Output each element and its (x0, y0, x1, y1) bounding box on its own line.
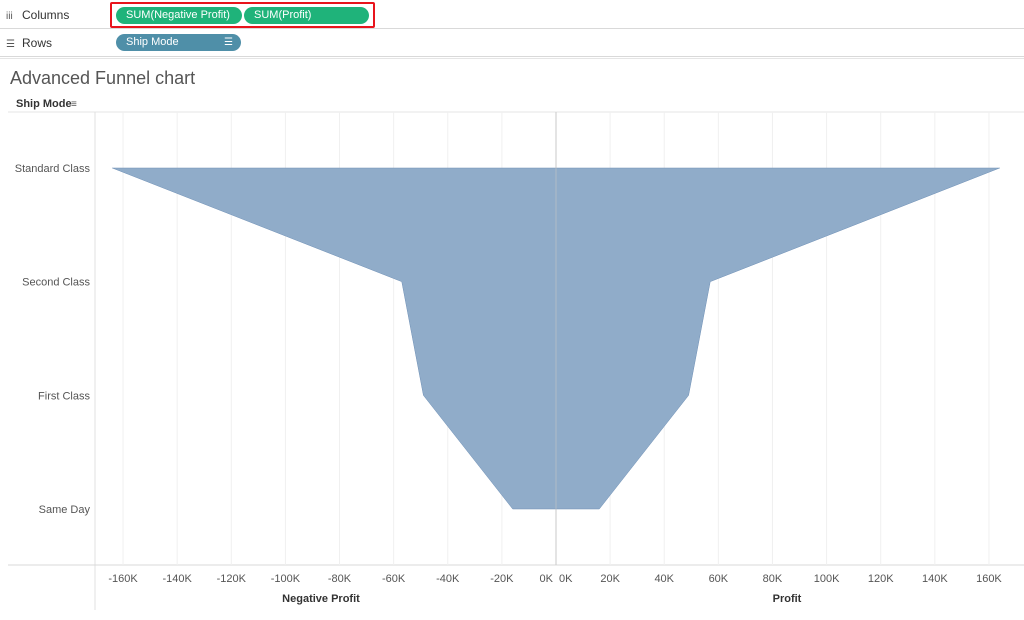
tick-label-right: 120K (868, 573, 894, 585)
tick-label-right: 80K (763, 573, 783, 585)
tick-label-right: 140K (922, 573, 948, 585)
row-label: First Class (38, 390, 90, 402)
funnel-chart-svg: Ship Mode ≡ Standard Class Second Class Firs… (8, 98, 1024, 610)
tick-label-right: 160K (976, 573, 1002, 585)
row-label: Standard Class (15, 163, 91, 175)
tick-label-right: 100K (814, 573, 840, 585)
tick-label-left: -100K (271, 573, 301, 585)
tick-label-left: 0K (540, 573, 554, 585)
tick-label-left: -40K (436, 573, 460, 585)
tick-label-right: 0K (559, 573, 573, 585)
tick-label-right: 20K (600, 573, 620, 585)
tick-label-right: 60K (709, 573, 729, 585)
row-label: Second Class (22, 277, 90, 289)
x-axis-title-left: Negative Profit (282, 593, 360, 605)
row-header-ship-mode: Ship Mode (16, 98, 72, 110)
row-label: Same Day (39, 504, 91, 516)
tick-label-left: -120K (217, 573, 247, 585)
tick-label-left: -20K (490, 573, 514, 585)
row-header-sort-icon: ≡ (71, 99, 77, 110)
tick-label-left: -160K (108, 573, 138, 585)
tick-label-left: -60K (382, 573, 406, 585)
funnel-chart: Ship Mode ≡ Standard Class Second Class Firs… (0, 0, 1024, 615)
tick-label-right: 40K (654, 573, 674, 585)
tick-label-left: -140K (162, 573, 192, 585)
tick-label-left: -80K (328, 573, 352, 585)
x-axis-title-right: Profit (773, 593, 802, 605)
